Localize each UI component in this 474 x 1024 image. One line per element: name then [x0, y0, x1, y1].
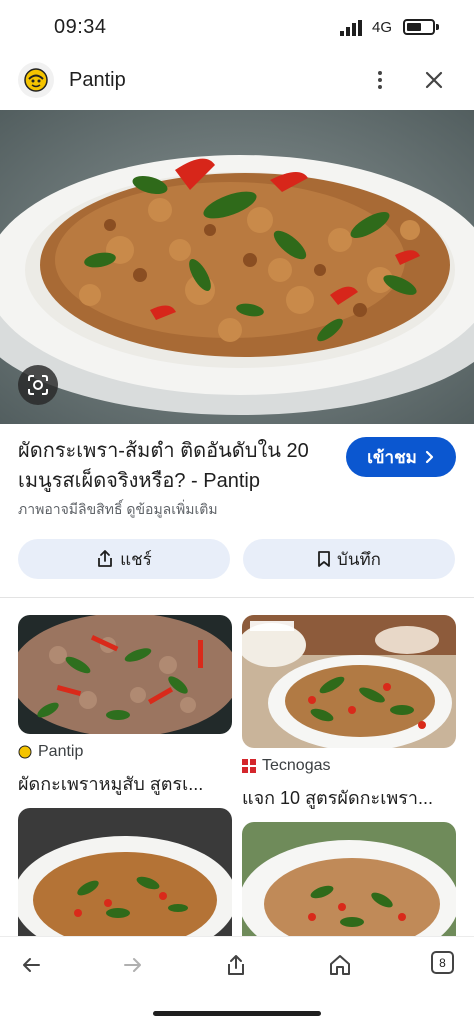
status-bar: 09:34 4G — [0, 0, 474, 56]
related-source-1[interactable]: Pantip — [18, 743, 83, 761]
visit-button-label: เข้าชม — [367, 447, 417, 467]
tab-switcher-button[interactable]: 8 — [431, 951, 454, 974]
related-caption-2[interactable]: แจก 10 สูตรผัดกะเพรา... — [242, 783, 433, 812]
more-vert-icon[interactable] — [368, 66, 392, 94]
share-label: แชร์ — [120, 549, 152, 569]
hero-image[interactable] — [0, 110, 474, 424]
share-icon — [98, 550, 113, 567]
related-image-1[interactable] — [18, 615, 232, 734]
signal-icon — [340, 20, 362, 36]
related-image-3[interactable] — [18, 808, 232, 938]
related-source-label-2: Tecnogas — [262, 757, 331, 774]
home-indicator — [153, 1011, 321, 1016]
related-caption-1[interactable]: ผัดกะเพราหมูสับ สูตรเ... — [18, 769, 203, 798]
basil-stir-fry-image — [0, 110, 474, 424]
related-image-4[interactable] — [242, 822, 456, 938]
result-title[interactable]: ผัดกระเพรา-ส้มตำ ติดอันดับใน 20 เมนูรสเผ… — [18, 436, 338, 496]
pantip-logo-icon — [18, 745, 32, 759]
section-divider — [0, 597, 474, 598]
pantip-logo-icon — [18, 62, 54, 98]
visit-button[interactable]: เข้าชม — [346, 437, 456, 477]
copyright-notice[interactable]: ภาพอาจมีลิขสิทธิ์ ดูข้อมูลเพิ่มเติม — [18, 499, 218, 521]
related-image-2[interactable] — [242, 615, 456, 748]
network-label: 4G — [372, 19, 393, 36]
share-icon[interactable] — [220, 949, 252, 981]
battery-icon — [403, 19, 435, 35]
related-source-2[interactable]: Tecnogas — [242, 757, 331, 775]
battery-level — [407, 23, 422, 31]
back-arrow-icon[interactable] — [15, 949, 47, 981]
site-title: Pantip — [69, 69, 126, 91]
home-icon[interactable] — [324, 949, 356, 981]
related-source-label-1: Pantip — [38, 743, 84, 760]
bottom-nav: 8 — [0, 936, 474, 1024]
bookmark-icon — [318, 551, 330, 567]
close-icon[interactable] — [420, 66, 448, 94]
status-time: 09:34 — [54, 16, 107, 38]
save-label: บันทึก — [337, 549, 381, 569]
battery-tip — [436, 24, 439, 30]
forward-arrow-icon[interactable] — [117, 949, 149, 981]
share-button[interactable]: แชร์ — [18, 539, 230, 579]
app-bar: Pantip — [0, 56, 474, 108]
chevron-right-icon — [425, 450, 433, 464]
tecnogas-logo-icon — [242, 759, 256, 773]
google-lens-icon[interactable] — [18, 365, 58, 405]
save-button[interactable]: บันทึก — [243, 539, 455, 579]
